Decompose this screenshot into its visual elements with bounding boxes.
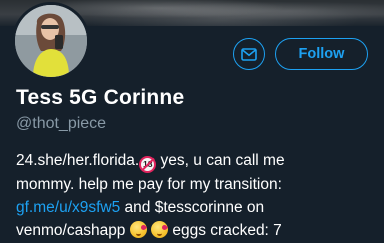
bio-line-3: gf.me/u/x9sfw5 and $tesscorinne on	[16, 196, 380, 219]
bio-text: venmo/cashapp	[16, 222, 130, 239]
bio-line-4: venmo/cashapp eggs cracked: 7	[16, 219, 380, 242]
message-button[interactable]	[233, 38, 265, 70]
profile-bio: 24.she/her.florida. 18 yes, u can call me…	[16, 149, 380, 242]
avatar[interactable]	[12, 2, 90, 80]
bio-text: and $tesscorinne on	[120, 199, 265, 216]
follow-button[interactable]: Follow	[275, 38, 368, 70]
no-under-18-icon: 18	[139, 156, 157, 173]
bio-link[interactable]: gf.me/u/x9sfw5	[16, 199, 120, 216]
bio-line-1: 24.she/her.florida. 18 yes, u can call me	[16, 149, 380, 173]
profile-header: Follow Tess 5G Corinne @thot_piece 24.sh…	[0, 0, 384, 243]
bio-text: eggs cracked: 7	[168, 222, 282, 239]
envelope-icon	[241, 47, 257, 61]
bio-text: yes, u can call me	[156, 152, 285, 169]
bio-text: 24.she/her.florida.	[16, 152, 140, 169]
kiss-face-icon	[151, 221, 169, 238]
kiss-face-icon	[129, 221, 147, 238]
user-handle: @thot_piece	[16, 115, 107, 132]
display-name: Tess 5G Corinne	[16, 86, 185, 109]
bio-line-2: mommy. help me pay for my transition:	[16, 176, 282, 193]
